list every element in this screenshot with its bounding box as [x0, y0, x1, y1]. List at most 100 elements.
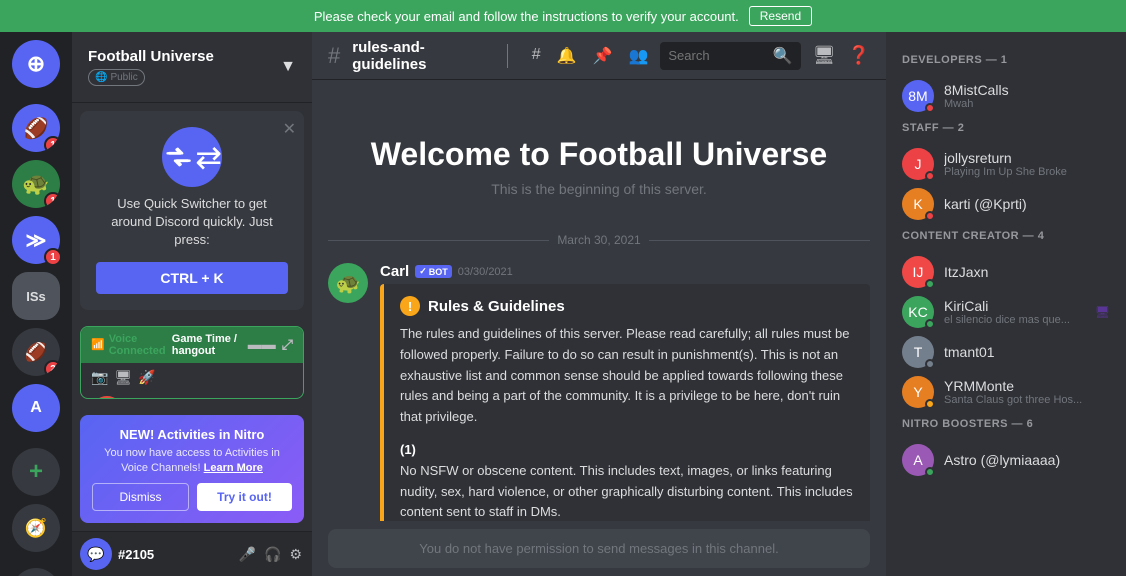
avatar: K: [902, 188, 934, 220]
user-info: #2105: [118, 547, 231, 562]
globe-icon: 🌐: [95, 72, 107, 83]
avatar: T: [902, 336, 934, 368]
member-status: Playing Im Up She Broke: [944, 166, 1110, 178]
main-content: # rules-and-guidelines The rules and gui…: [312, 32, 886, 576]
status-dot: [925, 467, 935, 477]
voice-user-avatar: 🐸: [91, 396, 123, 400]
user-avatar: 💬: [80, 538, 112, 570]
channel-sidebar: Football Universe 🌐 Public ▼ ✕ ⇄: [72, 32, 312, 576]
members-icon[interactable]: 👥: [628, 46, 648, 66]
member-name: tmant01: [944, 344, 1110, 360]
quick-switcher-shortcut[interactable]: CTRL + K: [96, 262, 288, 294]
discover-icon[interactable]: 🧭: [12, 504, 60, 552]
server-icon-2[interactable]: 🐢 1: [12, 160, 60, 208]
list-item[interactable]: A Astro (@lymiaaaa): [894, 440, 1118, 480]
list-item[interactable]: Kkarti (@Kprti): [894, 184, 1118, 224]
nitro-promo-subtitle: You now have access to Activities in Voi…: [92, 446, 292, 475]
list-item[interactable]: Ttmant01: [894, 332, 1118, 372]
server-icon-5[interactable]: A: [12, 384, 60, 432]
channel-header-divider: [507, 44, 508, 68]
list-item[interactable]: 8M8MistCallsMwah: [894, 76, 1118, 116]
mute-icon[interactable]: 🔔: [557, 46, 577, 66]
status-dot: [925, 319, 935, 329]
waveform-icon[interactable]: ▬▬: [248, 336, 276, 353]
notification-badge-4: 2: [44, 360, 60, 376]
screen-share-icon[interactable]: 🖥: [114, 369, 132, 386]
dismiss-button[interactable]: Dismiss: [92, 483, 189, 511]
server-header[interactable]: Football Universe 🌐 Public ▼: [72, 32, 312, 103]
search-input[interactable]: [668, 48, 766, 63]
chevron-down-icon: ▼: [280, 58, 296, 76]
avatar: IJ: [902, 256, 934, 288]
inbox-icon[interactable]: 🖥: [813, 45, 836, 66]
user-name: #2105: [118, 547, 231, 562]
add-server-button[interactable]: +: [12, 448, 60, 496]
discord-home-icon[interactable]: ⊕: [12, 40, 60, 88]
list-item[interactable]: KCKiriCaliel silencio dice mas que...🖥: [894, 292, 1118, 332]
pin-icon[interactable]: 📌: [593, 46, 613, 66]
member-info: Astro (@lymiaaaa): [944, 452, 1110, 468]
quick-switcher-popup: ✕ ⇄ Use Quick Switcher to get around Dis…: [80, 111, 304, 310]
member-info: YRMMonteSanta Claus got three Hos...: [944, 378, 1110, 406]
tryit-button[interactable]: Try it out!: [197, 483, 292, 511]
camera-icon[interactable]: 📷: [91, 369, 108, 386]
user-bar: 💬 #2105 🎤 🎧 ⚙: [72, 531, 312, 576]
welcome-subtitle: This is the beginning of this server.: [328, 181, 870, 197]
verification-banner: Please check your email and follow the i…: [0, 0, 1126, 32]
member-name: YRMMonte: [944, 378, 1110, 394]
rules-card-header: ! Rules & Guidelines: [400, 296, 854, 316]
avatar: J: [902, 148, 934, 180]
avatar: Y: [902, 376, 934, 408]
learn-more-link[interactable]: Learn More: [204, 462, 263, 474]
server-icon-4[interactable]: 🏈 2: [12, 328, 60, 376]
warning-icon: !: [400, 296, 420, 316]
close-popup-button[interactable]: ✕: [283, 119, 296, 139]
status-dot: [925, 211, 935, 221]
member-info: tmant01: [944, 344, 1110, 360]
server-icon-3[interactable]: ≫ 1: [12, 216, 60, 264]
list-item[interactable]: Y YRMMonteSanta Claus got three Hos...: [894, 372, 1118, 412]
search-box[interactable]: 🔍: [660, 42, 800, 70]
mic-mute-icon[interactable]: 🎤: [237, 544, 258, 565]
avatar: KC: [902, 296, 934, 328]
message-avatar: 🐢: [328, 263, 368, 303]
notification-badge-1: 1: [44, 136, 60, 152]
rules-card-body: The rules and guidelines of this server.…: [400, 324, 854, 521]
avatar: A: [902, 444, 934, 476]
member-name: KiriCali: [944, 298, 1085, 314]
help-icon[interactable]: ❓: [848, 45, 870, 66]
member-status: Santa Claus got three Hos...: [944, 394, 1110, 406]
channel-hash-icon: #: [328, 43, 340, 69]
threads-icon[interactable]: #: [532, 46, 541, 66]
member-info: karti (@Kprti): [944, 196, 1110, 212]
signal-icon: 📶: [91, 338, 105, 351]
status-dot: [925, 279, 935, 289]
server-icon-1[interactable]: 🏈 1: [12, 104, 60, 152]
resend-button[interactable]: Resend: [749, 6, 812, 26]
rules-card-title: Rules & Guidelines: [428, 298, 565, 315]
server-icon-iss[interactable]: ISs: [12, 272, 60, 320]
user-controls: 🎤 🎧 ⚙: [237, 544, 304, 565]
expand-icon[interactable]: ⤢: [282, 336, 293, 353]
checkmark-icon: ✓: [419, 266, 427, 277]
list-item[interactable]: IJItzJaxn: [894, 252, 1118, 292]
member-name: Astro (@lymiaaaa): [944, 452, 1110, 468]
member-name: karti (@Kprti): [944, 196, 1110, 212]
channel-name: rules-and-guidelines: [352, 39, 495, 73]
date-divider: March 30, 2021: [328, 233, 870, 247]
download-icon[interactable]: ⬇: [12, 568, 60, 576]
welcome-title: Welcome to Football Universe: [328, 136, 870, 173]
user-settings-icon[interactable]: ⚙: [287, 544, 304, 565]
member-category: DEVELOPERS — 1: [886, 48, 1126, 72]
member-info: jollysreturnPlaying Im Up She Broke: [944, 150, 1110, 178]
list-item[interactable]: JjollysreturnPlaying Im Up She Broke: [894, 144, 1118, 184]
rules-section-1: (1) No NSFW or obscene content. This inc…: [400, 440, 854, 521]
voice-user: 🐸 bonbon #0001 🎤 🎧 ⚙: [81, 392, 303, 400]
status-dot: [925, 359, 935, 369]
public-badge: 🌐 Public: [88, 69, 145, 86]
headset-icon[interactable]: 🎧: [262, 544, 283, 565]
streaming-icon: 🖥: [1095, 305, 1110, 319]
notification-badge-2: 1: [44, 192, 60, 208]
welcome-section: Welcome to Football Universe This is the…: [328, 96, 870, 217]
activities-icon[interactable]: 🚀: [138, 369, 155, 386]
